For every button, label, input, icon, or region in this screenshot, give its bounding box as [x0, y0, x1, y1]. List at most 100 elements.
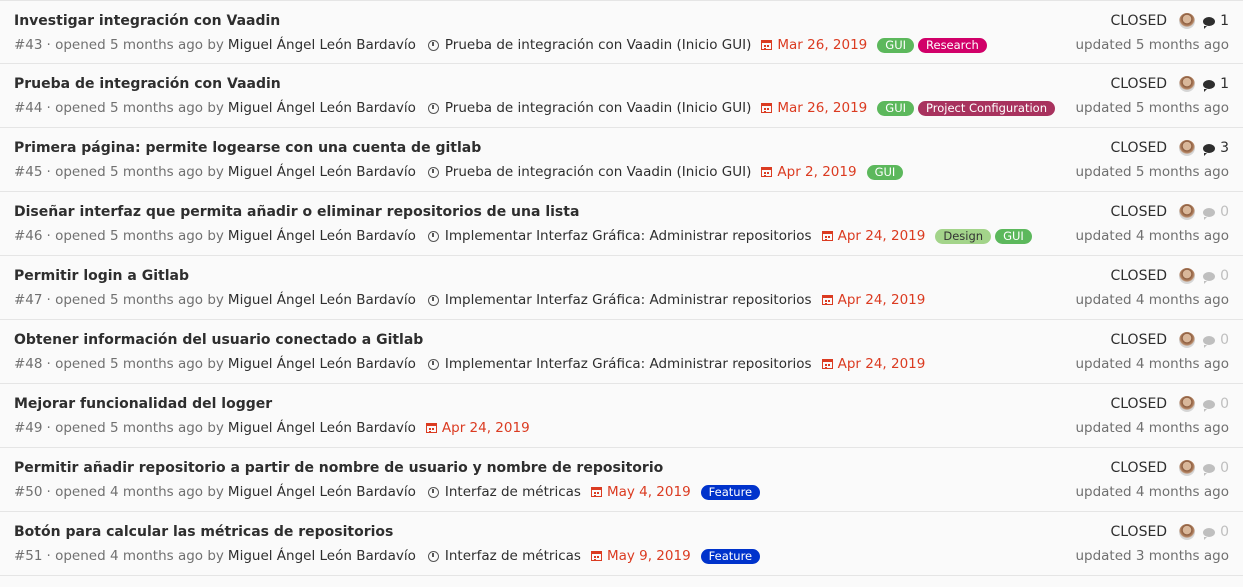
issue-status-area: CLOSED 0 — [1110, 396, 1229, 412]
clock-icon — [427, 39, 439, 51]
calendar-icon — [590, 551, 602, 561]
issue-label[interactable]: Design — [935, 228, 992, 244]
issue-author-link[interactable]: Miguel Ángel León Bardavío — [228, 292, 416, 308]
assignee-avatar[interactable] — [1179, 524, 1196, 540]
issue-milestone[interactable]: Implementar Interfaz Gráfica: Administra… — [427, 292, 812, 308]
assignee-avatar[interactable] — [1179, 268, 1196, 284]
issue-reference[interactable]: #48 — [14, 356, 43, 372]
assignee-avatar[interactable] — [1179, 204, 1196, 220]
issue-comments-link[interactable]: 0 — [1203, 396, 1229, 412]
issue-label[interactable]: Research — [918, 37, 987, 53]
issue-label[interactable]: GUI — [877, 37, 915, 53]
assignee-avatar[interactable] — [1179, 332, 1196, 348]
issue-reference[interactable]: #51 — [14, 548, 43, 564]
issue-row: Obtener información del usuario conectad… — [0, 320, 1243, 384]
issue-row: Permitir añadir repositorio a partir de … — [0, 448, 1243, 512]
issue-author-link[interactable]: Miguel Ángel León Bardavío — [228, 356, 416, 372]
issue-milestone[interactable]: Interfaz de métricas — [427, 484, 581, 500]
due-date-label: Apr 24, 2019 — [837, 228, 926, 244]
issue-author-link[interactable]: Miguel Ángel León Bardavío — [228, 164, 416, 180]
issue-author-link[interactable]: Miguel Ángel León Bardavío — [228, 100, 416, 116]
issue-label[interactable]: GUI — [995, 228, 1032, 244]
clock-icon — [427, 358, 439, 370]
issue-reference[interactable]: #50 — [14, 484, 43, 500]
issue-reference[interactable]: #43 — [14, 37, 43, 53]
comments-count: 1 — [1220, 76, 1229, 92]
issue-opened-text: · opened 5 months ago by — [46, 356, 224, 372]
issue-comments-link[interactable]: 0 — [1203, 204, 1229, 220]
issue-title-link[interactable]: Obtener información del usuario conectad… — [14, 332, 423, 348]
milestone-label: Implementar Interfaz Gráfica: Administra… — [444, 228, 812, 244]
milestone-label: Prueba de integración con Vaadin (Inicio… — [444, 37, 752, 53]
issue-due-date: Apr 2, 2019 — [761, 164, 857, 180]
issue-milestone[interactable]: Prueba de integración con Vaadin (Inicio… — [427, 164, 751, 180]
issue-status-area: CLOSED 0 — [1110, 268, 1229, 284]
issue-title-link[interactable]: Investigar integración con Vaadin — [14, 13, 280, 29]
issue-title-link[interactable]: Mejorar funcionalidad del logger — [14, 396, 272, 412]
issue-meta: #43 · opened 5 months ago by Miguel Ánge… — [14, 37, 991, 53]
issue-label[interactable]: GUI — [866, 164, 904, 180]
comments-icon — [1203, 271, 1216, 284]
issue-title-link[interactable]: Botón para calcular las métricas de repo… — [14, 524, 393, 540]
comments-icon — [1203, 16, 1216, 29]
comments-count: 3 — [1220, 140, 1229, 156]
issue-title-link[interactable]: Permitir añadir repositorio a partir de … — [14, 460, 663, 476]
issue-label[interactable]: Feature — [700, 548, 761, 564]
calendar-icon — [425, 423, 437, 433]
issue-reference[interactable]: #44 — [14, 100, 43, 116]
issue-reference[interactable]: #49 — [14, 420, 43, 436]
issue-comments-link[interactable]: 0 — [1203, 268, 1229, 284]
issue-comments-link[interactable]: 0 — [1203, 460, 1229, 476]
issue-meta: #48 · opened 5 months ago by Miguel Ánge… — [14, 356, 925, 372]
assignee-avatar[interactable] — [1179, 140, 1196, 156]
issue-author-link[interactable]: Miguel Ángel León Bardavío — [228, 420, 416, 436]
issue-author-link[interactable]: Miguel Ángel León Bardavío — [228, 228, 416, 244]
comments-icon — [1203, 143, 1216, 156]
issue-author-link[interactable]: Miguel Ángel León Bardavío — [228, 484, 416, 500]
issue-row: Investigar integración con Vaadin #43 · … — [0, 0, 1243, 64]
issue-status: CLOSED — [1110, 268, 1168, 284]
comments-count: 1 — [1220, 13, 1229, 29]
issue-title-link[interactable]: Primera página: permite logearse con una… — [14, 140, 481, 156]
issue-author-link[interactable]: Miguel Ángel León Bardavío — [228, 548, 416, 564]
issue-title-link[interactable]: Permitir login a Gitlab — [14, 268, 189, 284]
issue-comments-link[interactable]: 1 — [1203, 76, 1229, 92]
issue-label[interactable]: GUI — [877, 100, 915, 116]
comments-count: 0 — [1220, 204, 1229, 220]
issue-comments-link[interactable]: 0 — [1203, 524, 1229, 540]
issue-updated-time: updated 5 months ago — [1075, 100, 1229, 116]
issue-reference[interactable]: #46 — [14, 228, 43, 244]
issue-status-area: CLOSED 0 — [1110, 332, 1229, 348]
issue-label[interactable]: Feature — [700, 484, 761, 500]
issue-meta: #49 · opened 5 months ago by Miguel Ánge… — [14, 420, 530, 436]
issue-due-date: Apr 24, 2019 — [425, 420, 530, 436]
issue-status: CLOSED — [1110, 332, 1168, 348]
issue-updated-time: updated 4 months ago — [1075, 228, 1229, 244]
clock-icon — [427, 550, 439, 562]
assignee-avatar[interactable] — [1179, 396, 1196, 412]
calendar-icon — [590, 487, 602, 497]
assignee-avatar[interactable] — [1179, 460, 1196, 476]
issue-status: CLOSED — [1110, 76, 1168, 92]
issue-milestone[interactable]: Implementar Interfaz Gráfica: Administra… — [427, 356, 812, 372]
issue-milestone[interactable]: Implementar Interfaz Gráfica: Administra… — [427, 228, 812, 244]
issue-reference[interactable]: #45 — [14, 164, 43, 180]
issue-title-link[interactable]: Prueba de integración con Vaadin — [14, 76, 281, 92]
issue-comments-link[interactable]: 3 — [1203, 140, 1229, 156]
issue-milestone[interactable]: Prueba de integración con Vaadin (Inicio… — [427, 100, 751, 116]
issue-label[interactable]: Project Configuration — [918, 100, 1056, 116]
issue-author-link[interactable]: Miguel Ángel León Bardavío — [228, 37, 416, 53]
issue-comments-link[interactable]: 0 — [1203, 332, 1229, 348]
issue-row: Prueba de integración con Vaadin #44 · o… — [0, 64, 1243, 128]
assignee-avatar[interactable] — [1179, 13, 1196, 29]
issue-title-link[interactable]: Diseñar interfaz que permita añadir o el… — [14, 204, 579, 220]
issue-row: Diseñar interfaz que permita añadir o el… — [0, 192, 1243, 256]
issue-labels: GUI Project Configuration — [877, 100, 1059, 116]
issue-comments-link[interactable]: 1 — [1203, 13, 1229, 29]
assignee-avatar[interactable] — [1179, 76, 1196, 92]
issue-reference[interactable]: #47 — [14, 292, 43, 308]
issue-status: CLOSED — [1110, 524, 1168, 540]
issue-milestone[interactable]: Prueba de integración con Vaadin (Inicio… — [427, 37, 752, 53]
issue-due-date: May 4, 2019 — [590, 484, 691, 500]
issue-milestone[interactable]: Interfaz de métricas — [427, 548, 581, 564]
